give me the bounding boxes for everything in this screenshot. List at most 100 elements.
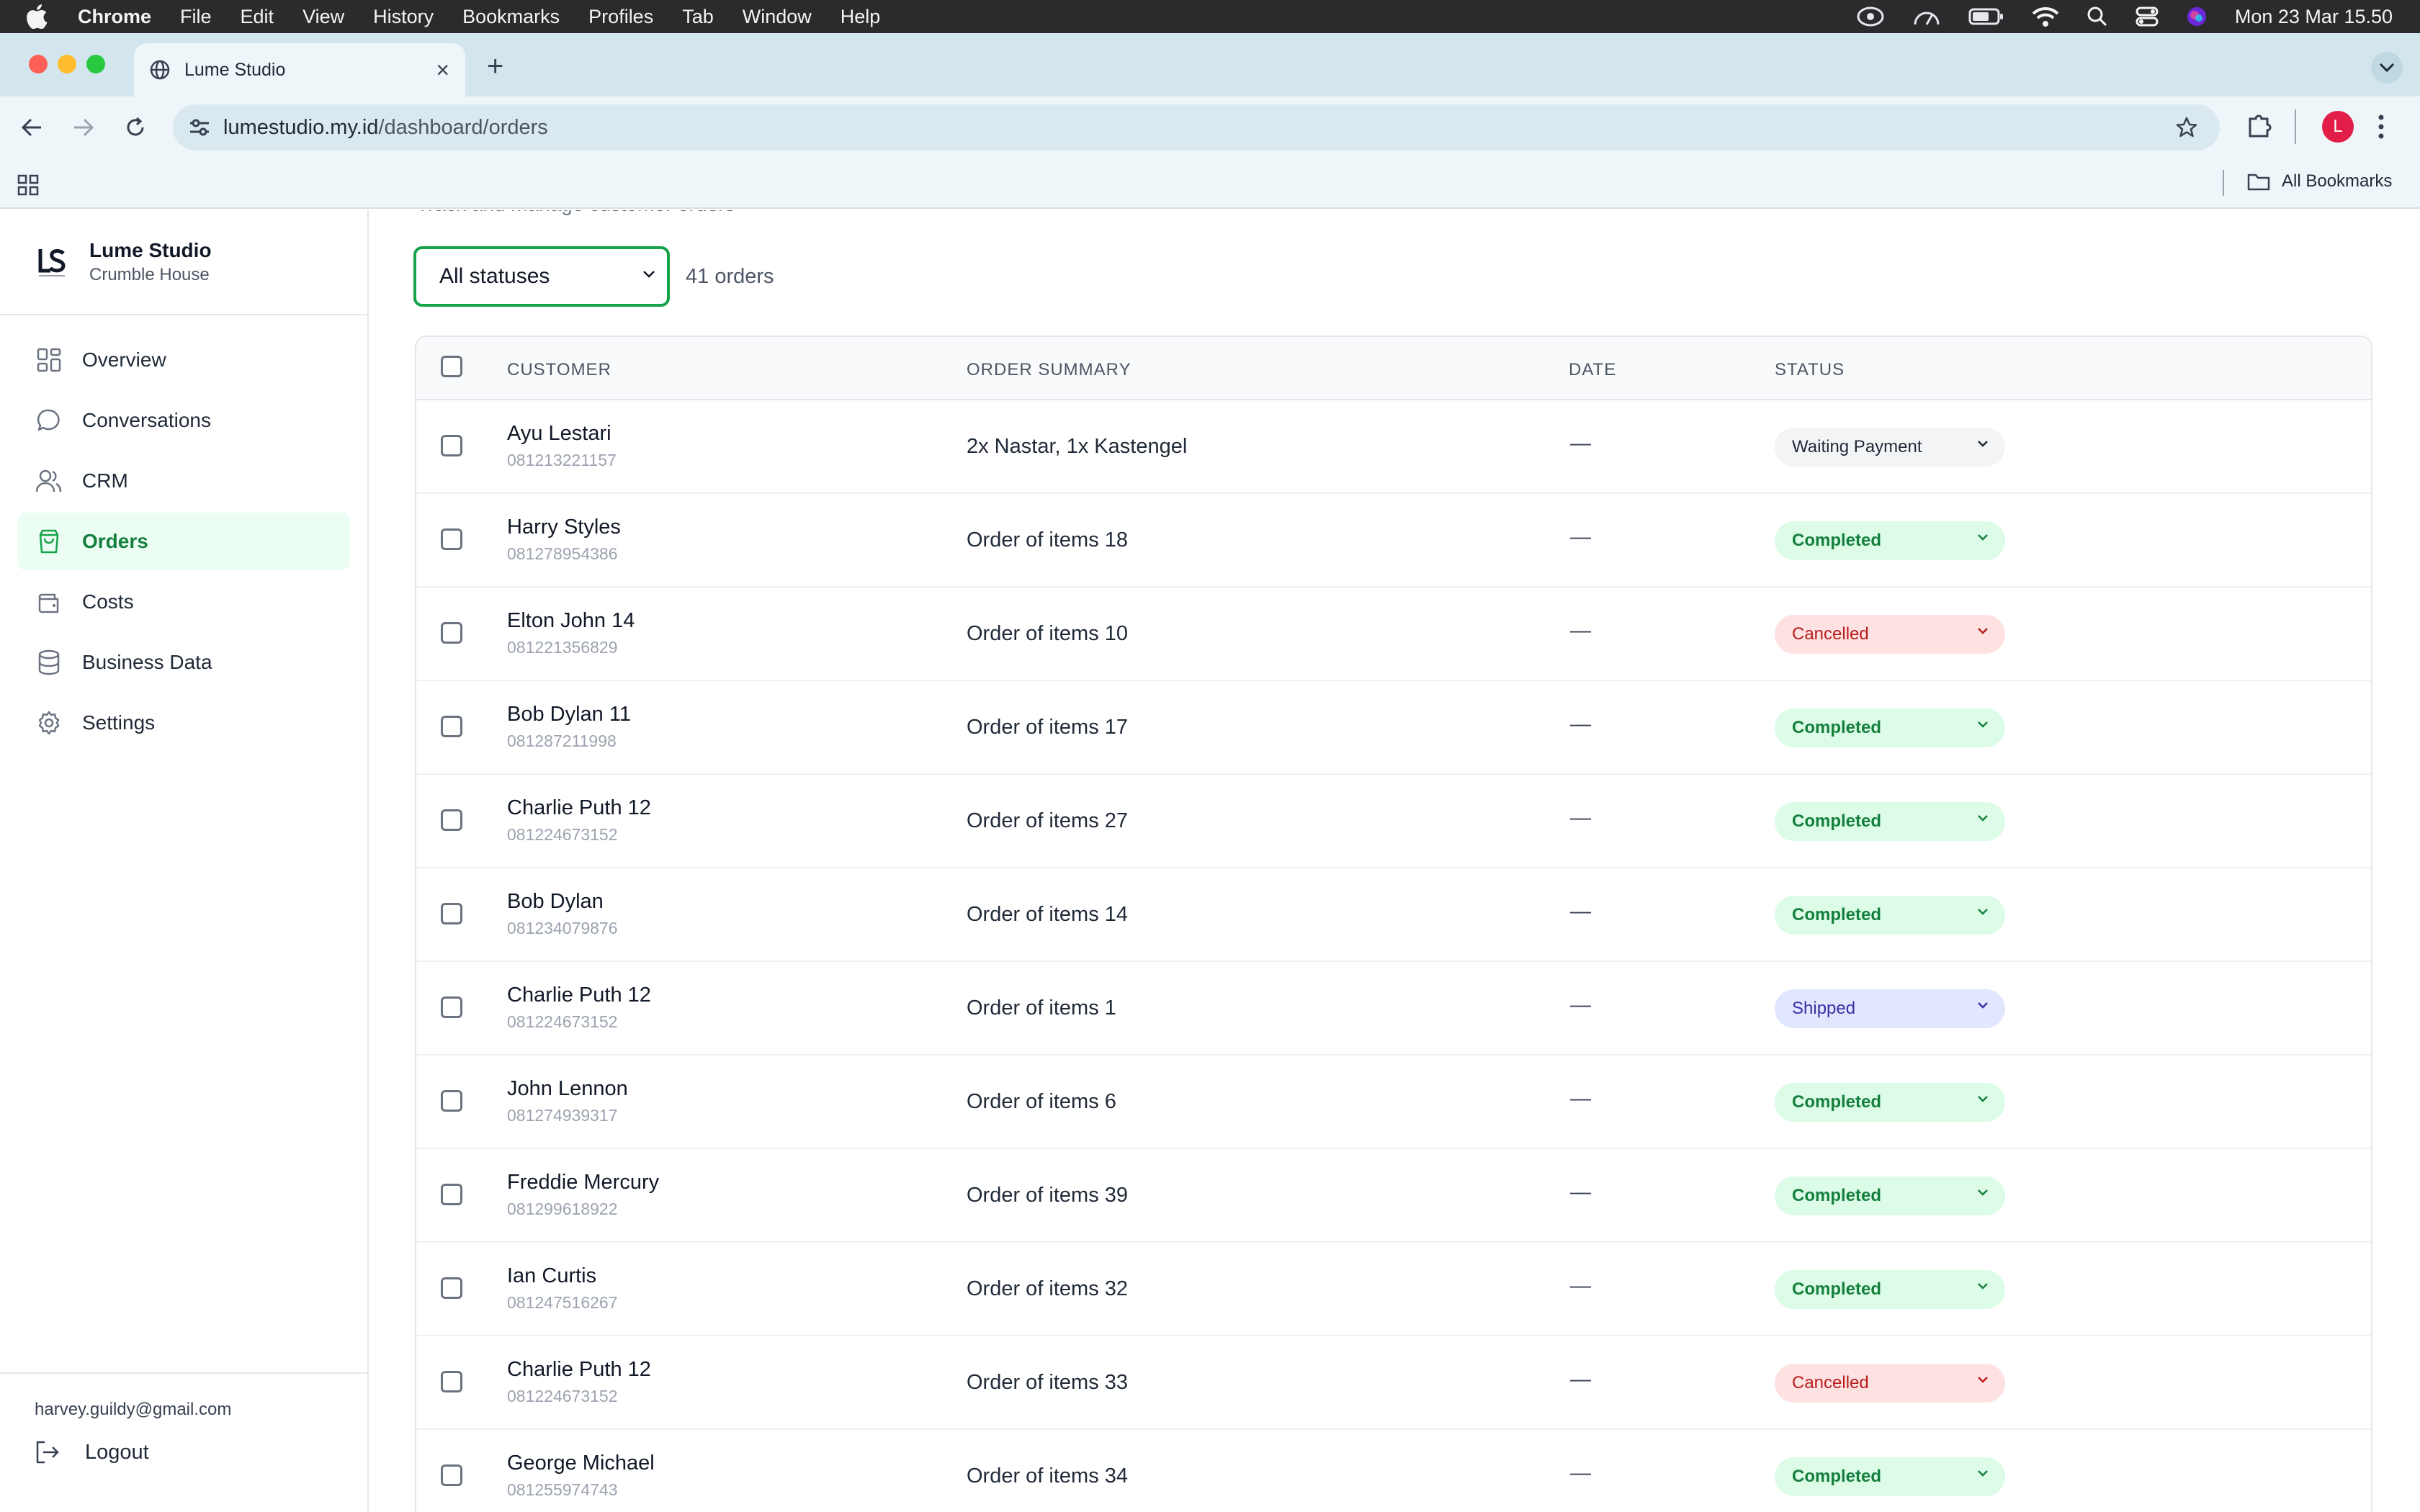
url-host: lumestudio.my.id xyxy=(223,115,379,139)
sidebar-item-conversations[interactable]: Conversations xyxy=(17,392,350,449)
site-settings-icon[interactable] xyxy=(189,117,210,143)
row-checkbox[interactable] xyxy=(441,1464,462,1486)
table-row[interactable]: Freddie Mercury 081299618922 Order of item… xyxy=(416,1149,2371,1243)
row-checkbox[interactable] xyxy=(441,903,462,924)
menu-file[interactable]: File xyxy=(180,6,212,28)
tab-close-icon[interactable]: × xyxy=(436,57,449,84)
column-header-summary[interactable]: ORDER SUMMARY xyxy=(967,360,1131,380)
status-dropdown[interactable]: Completed xyxy=(1775,521,2005,560)
status-filter-select[interactable]: All statuses xyxy=(413,246,670,307)
status-dropdown[interactable]: Completed xyxy=(1775,1270,2005,1309)
table-row[interactable]: John Lennon 081274939317 Order of items 6 —… xyxy=(416,1056,2371,1149)
table-header: CUSTOMER ORDER SUMMARY DATE STATUS xyxy=(416,337,2371,400)
brand-header[interactable]: Lume Studio Crumble House xyxy=(0,210,367,315)
menu-view[interactable]: View xyxy=(302,6,344,28)
sidebar-item-settings[interactable]: Settings xyxy=(17,694,350,752)
order-date: — xyxy=(1570,1462,1591,1485)
siri-icon[interactable] xyxy=(2186,6,2208,27)
column-header-status[interactable]: STATUS xyxy=(1775,360,1845,380)
table-row[interactable]: Bob Dylan 11 081287211998 Order of items 1… xyxy=(416,681,2371,775)
table-row[interactable]: Bob Dylan 081234079876 Order of items 14 — C… xyxy=(416,868,2371,962)
menu-bookmarks[interactable]: Bookmarks xyxy=(462,6,560,28)
menu-profiles[interactable]: Profiles xyxy=(588,6,653,28)
address-bar[interactable]: lumestudio.my.id/dashboard/orders xyxy=(173,104,2220,150)
table-row[interactable]: Ian Curtis 081247516267 Order of items 32 —… xyxy=(416,1243,2371,1336)
row-checkbox[interactable] xyxy=(441,435,462,456)
browser-tab-active[interactable]: Lume Studio × xyxy=(134,43,465,96)
customer-name: Ayu Lestari xyxy=(507,422,611,445)
status-label: Cancelled xyxy=(1792,1373,1869,1392)
table-row[interactable]: Ayu Lestari 081213221157 2x Nastar, 1x Kas… xyxy=(416,400,2371,494)
row-checkbox[interactable] xyxy=(441,622,462,644)
apps-grid-icon[interactable] xyxy=(17,174,39,199)
gauge-icon[interactable] xyxy=(1912,6,1941,27)
row-checkbox[interactable] xyxy=(441,1184,462,1205)
control-center-icon[interactable] xyxy=(2136,6,2159,27)
status-dropdown[interactable]: Completed xyxy=(1775,1457,2005,1496)
column-header-customer[interactable]: CUSTOMER xyxy=(507,360,611,380)
forward-arrow-icon[interactable] xyxy=(68,112,99,143)
wifi-icon[interactable] xyxy=(2032,6,2059,27)
all-bookmarks-button[interactable]: All Bookmarks xyxy=(2247,171,2392,192)
row-checkbox[interactable] xyxy=(441,716,462,737)
status-dropdown[interactable]: Completed xyxy=(1775,1083,2005,1122)
menubar-clock[interactable]: Mon 23 Mar 15.50 xyxy=(2235,6,2393,28)
table-row[interactable]: George Michael 081255974743 Order of items… xyxy=(416,1430,2371,1512)
menu-history[interactable]: History xyxy=(373,6,434,28)
table-row[interactable]: Elton John 14 081221356829 Order of items … xyxy=(416,588,2371,681)
row-checkbox[interactable] xyxy=(441,1277,462,1299)
table-row[interactable]: Charlie Puth 12 081224673152 Order of item… xyxy=(416,775,2371,868)
bookmarks-divider xyxy=(2223,170,2224,196)
back-arrow-icon[interactable] xyxy=(16,112,48,143)
creative-cloud-icon[interactable] xyxy=(1856,6,1885,27)
row-checkbox[interactable] xyxy=(441,809,462,831)
sidebar: Lume Studio Crumble House Overview Conve… xyxy=(0,210,369,1512)
menu-help[interactable]: Help xyxy=(841,6,881,28)
order-summary: Order of items 18 xyxy=(967,528,1129,552)
tab-search-button[interactable] xyxy=(2371,52,2403,84)
row-checkbox[interactable] xyxy=(441,1371,462,1392)
row-checkbox[interactable] xyxy=(441,996,462,1018)
table-row[interactable]: Harry Styles 081278954386 Order of items 1… xyxy=(416,494,2371,588)
order-summary: 2x Nastar, 1x Kastengel xyxy=(967,435,1188,458)
sidebar-item-crm[interactable]: CRM xyxy=(17,452,350,510)
status-dropdown[interactable]: Cancelled xyxy=(1775,1364,2005,1403)
customer-name: Bob Dylan 11 xyxy=(507,703,631,726)
window-minimize-button[interactable] xyxy=(58,55,76,73)
sidebar-item-costs[interactable]: Costs xyxy=(17,573,350,631)
table-row[interactable]: Charlie Puth 12 081224673152 Order of item… xyxy=(416,962,2371,1056)
new-tab-button[interactable]: + xyxy=(487,52,503,81)
sidebar-item-business-data[interactable]: Business Data xyxy=(17,634,350,691)
sidebar-item-orders[interactable]: Orders xyxy=(17,513,350,570)
status-dropdown[interactable]: Completed xyxy=(1775,896,2005,935)
select-all-checkbox[interactable] xyxy=(441,356,462,377)
sidebar-item-overview[interactable]: Overview xyxy=(17,331,350,389)
menu-edit[interactable]: Edit xyxy=(241,6,274,28)
column-header-date[interactable]: DATE xyxy=(1569,360,1616,380)
more-menu-icon[interactable] xyxy=(2377,114,2385,143)
status-dropdown[interactable]: Completed xyxy=(1775,802,2005,841)
status-dropdown[interactable]: Waiting Payment xyxy=(1775,428,2005,467)
customer-name: Charlie Puth 12 xyxy=(507,796,651,819)
apple-icon[interactable] xyxy=(26,4,52,29)
spotlight-search-icon[interactable] xyxy=(2087,6,2108,27)
menu-app-name[interactable]: Chrome xyxy=(78,6,151,28)
brand-name: Lume Studio xyxy=(89,239,212,261)
status-dropdown[interactable]: Completed xyxy=(1775,708,2005,747)
extensions-puzzle-icon[interactable] xyxy=(2246,112,2272,141)
table-row[interactable]: Charlie Puth 12 081224673152 Order of item… xyxy=(416,1336,2371,1430)
row-checkbox[interactable] xyxy=(441,1090,462,1112)
bookmark-star-icon[interactable] xyxy=(2175,116,2198,145)
menu-window[interactable]: Window xyxy=(743,6,812,28)
row-checkbox[interactable] xyxy=(441,528,462,550)
window-close-button[interactable] xyxy=(29,55,48,73)
status-dropdown[interactable]: Cancelled xyxy=(1775,615,2005,654)
window-zoom-button[interactable] xyxy=(86,55,105,73)
battery-icon[interactable] xyxy=(1968,6,2004,27)
menu-tab[interactable]: Tab xyxy=(682,6,714,28)
logout-button[interactable]: Logout xyxy=(35,1440,367,1464)
status-dropdown[interactable]: Shipped xyxy=(1775,989,2005,1028)
profile-avatar[interactable]: L xyxy=(2322,111,2354,143)
reload-icon[interactable] xyxy=(120,112,151,143)
status-dropdown[interactable]: Completed xyxy=(1775,1176,2005,1215)
